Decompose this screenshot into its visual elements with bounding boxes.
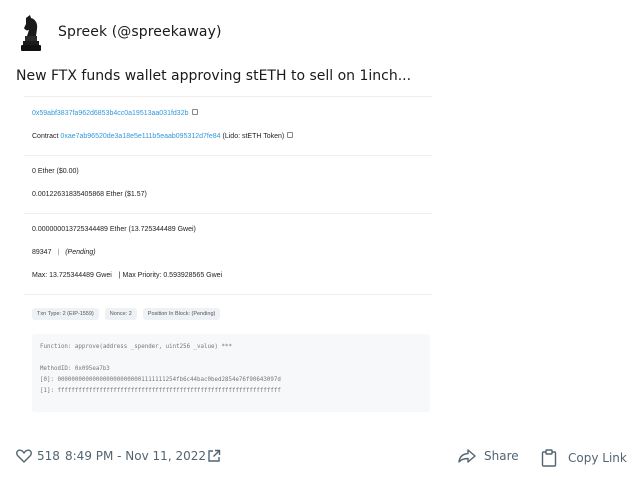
- gas-separator: |: [57, 249, 60, 256]
- input-data-box: Function: approve(address _spender, uint…: [32, 334, 430, 412]
- share-arrow-icon: [458, 449, 476, 463]
- contract-name: (Lido: stETH Token): [222, 133, 285, 140]
- share-button[interactable]: Share: [458, 449, 519, 463]
- author-name-handle[interactable]: Spreek (@spreekaway): [58, 24, 222, 40]
- gas-price-row: 0.000000013725344489 Ether (13.725344489…: [32, 226, 196, 233]
- from-address-row: 0x59abf3837fa962d6853b4cc0a19513aa031fd3…: [32, 109, 198, 117]
- like-count: 518: [37, 449, 60, 463]
- method-id: MethodID: 0x095ea7b3: [40, 366, 110, 372]
- open-external-button[interactable]: [207, 449, 221, 463]
- copy-link-button[interactable]: Copy Link: [541, 449, 627, 467]
- fee-row: 0.0012263183540586​8 Ether ($1.57): [32, 191, 147, 198]
- max-fee-row: Max: 13.725344489 Gwei | Max Priority: 0…: [32, 272, 222, 279]
- copy-icon[interactable]: [287, 132, 294, 139]
- contract-row: Contract 0xae7ab96520de3a18e5e111b5eaab0…: [32, 132, 294, 140]
- like-button[interactable]: 518: [16, 449, 60, 463]
- transaction-screenshot: 0x59abf3837fa962d6853b4cc0a19513aa031fd3…: [24, 96, 432, 416]
- copy-link-label: Copy Link: [568, 451, 627, 465]
- clipboard-icon: [541, 449, 557, 467]
- nonce-pill: Nonce: 2: [104, 308, 137, 320]
- txn-type-pill: Txn Type: 2 (EIP-1559): [32, 308, 99, 320]
- tweet-text: New FTX funds wallet approving stETH to …: [16, 68, 412, 84]
- max-fee: Max: 13.725344489 Gwei: [32, 272, 112, 279]
- function-signature: Function: approve(address _spender, uint…: [40, 344, 232, 350]
- param-0: [0]: 0000000000000000000000001111111254f…: [40, 377, 281, 383]
- param-1: [1]: fffffffffffffffffffffffffffffffffff…: [40, 388, 281, 394]
- from-address-link[interactable]: 0x59abf3837fa962d6853b4cc0a19513aa031fd3…: [32, 110, 189, 117]
- gas-status: (Pending): [65, 249, 96, 256]
- share-label: Share: [484, 449, 519, 463]
- avatar[interactable]: [20, 14, 42, 52]
- chess-knight-icon: [21, 15, 41, 51]
- contract-label: Contract: [32, 133, 59, 140]
- position-pill: Position In Block: (Pending): [142, 308, 221, 320]
- external-link-icon: [208, 449, 221, 462]
- heart-icon: [16, 449, 32, 463]
- max-priority: | Max Priority: 0.593928565 Gwei: [118, 272, 223, 279]
- contract-address-link[interactable]: 0xae7ab96520de3a18e5e111b5eaab095312d7fe…: [60, 133, 220, 140]
- gas-limit-row: 89347 | (Pending): [32, 249, 96, 256]
- txn-pills: Txn Type: 2 (EIP-1559) Nonce: 2 Position…: [32, 308, 221, 320]
- timestamp[interactable]: 8:49 PM - Nov 11, 2022: [65, 449, 206, 463]
- copy-icon[interactable]: [191, 109, 198, 116]
- gas-limit-value: 89347: [32, 249, 52, 256]
- value-row: 0 Ether ($0.00): [32, 168, 79, 175]
